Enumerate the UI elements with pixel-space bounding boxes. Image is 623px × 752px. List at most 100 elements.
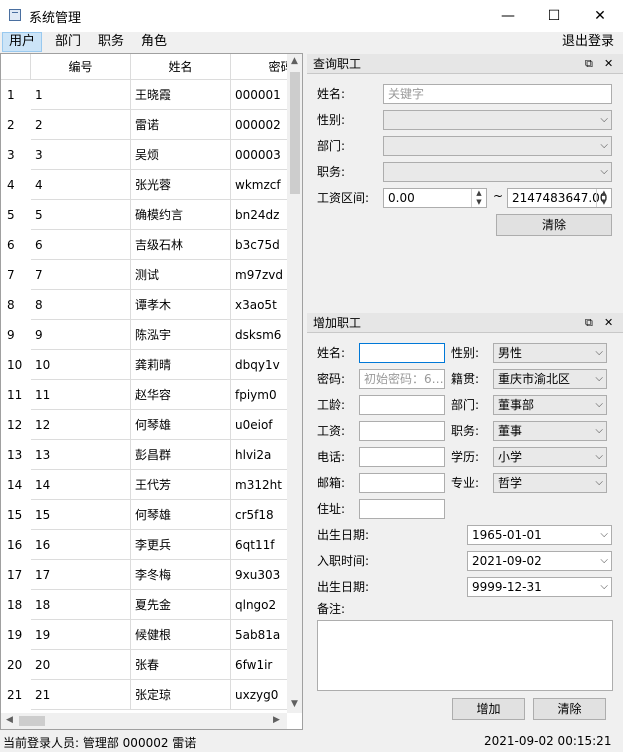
salary-min-spinbox[interactable]: 0.00 ▲ ▼ — [383, 188, 487, 208]
row-header[interactable]: 6 — [1, 230, 30, 260]
minimize-button[interactable]: — — [485, 0, 531, 32]
scroll-down-arrow-icon[interactable]: ▼ — [291, 699, 298, 709]
cell-name[interactable]: 陈泓宇 — [131, 320, 231, 350]
cell-name[interactable]: 候健根 — [131, 620, 231, 650]
row-header[interactable]: 5 — [1, 200, 30, 230]
cell-id[interactable]: 13 — [31, 440, 131, 470]
query-clear-button[interactable]: 清除 — [496, 214, 612, 236]
cell-name[interactable]: 王代芳 — [131, 470, 231, 500]
cell-name[interactable]: 张光蓉 — [131, 170, 231, 200]
cell-id[interactable]: 4 — [31, 170, 131, 200]
add-dept-select[interactable]: 董事部 ⌵ — [493, 395, 607, 415]
row-header[interactable]: 4 — [1, 170, 30, 200]
add-education-select[interactable]: 小学 ⌵ — [493, 447, 607, 467]
cell-name[interactable]: 夏先金 — [131, 590, 231, 620]
add-salary-input[interactable] — [359, 421, 445, 441]
menu-department[interactable]: 部门 — [49, 32, 87, 52]
cell-name[interactable]: 彭昌群 — [131, 440, 231, 470]
cell-name[interactable]: 何琴雄 — [131, 500, 231, 530]
spin-arrows-icon[interactable]: ▲ ▼ — [471, 189, 486, 207]
cell-name[interactable]: 吴烦 — [131, 140, 231, 170]
row-header[interactable]: 20 — [1, 650, 30, 680]
close-icon[interactable]: ✕ — [604, 54, 613, 74]
cell-id[interactable]: 1 — [31, 80, 131, 110]
cell-name[interactable]: 张定琼 — [131, 680, 231, 710]
row-header[interactable]: 18 — [1, 590, 30, 620]
add-password-input[interactable]: 初始密码：6… — [359, 369, 445, 389]
row-header[interactable]: 17 — [1, 560, 30, 590]
row-header[interactable]: 9 — [1, 320, 30, 350]
cell-id[interactable]: 5 — [31, 200, 131, 230]
cell-id[interactable]: 3 — [31, 140, 131, 170]
logout-menu[interactable]: 退出登录 — [556, 32, 620, 52]
cell-id[interactable]: 17 — [31, 560, 131, 590]
add-name-input[interactable] — [359, 343, 445, 363]
add-email-input[interactable] — [359, 473, 445, 493]
employee-table[interactable]: 编号 姓名 密码 1 1 王晓霞 000001 2 2 雷诺 000002 3 3 吴烦 000003… — [0, 53, 303, 730]
row-header[interactable]: 19 — [1, 620, 30, 650]
add-birth-date[interactable]: 1965-01-01 ⌵ — [467, 525, 612, 545]
add-remark-textarea[interactable] — [317, 620, 613, 691]
cell-id[interactable]: 2 — [31, 110, 131, 140]
horizontal-scroll-thumb[interactable] — [19, 716, 45, 726]
query-gender-select[interactable]: ⌵ — [383, 110, 612, 130]
cell-id[interactable]: 15 — [31, 500, 131, 530]
cell-id[interactable]: 8 — [31, 290, 131, 320]
add-gender-select[interactable]: 男性 ⌵ — [493, 343, 607, 363]
row-header[interactable]: 15 — [1, 500, 30, 530]
salary-max-spinbox[interactable]: 2147483647.00 ▲ ▼ — [507, 188, 612, 208]
row-header[interactable]: 2 — [1, 110, 30, 140]
menu-role[interactable]: 角色 — [135, 32, 173, 52]
cell-name[interactable]: 李更兵 — [131, 530, 231, 560]
add-phone-input[interactable] — [359, 447, 445, 467]
vertical-scroll-thumb[interactable] — [290, 72, 300, 194]
menu-user[interactable]: 用户 — [2, 32, 43, 52]
cell-id[interactable]: 20 — [31, 650, 131, 680]
add-birth2-date[interactable]: 9999-12-31 ⌵ — [467, 577, 612, 597]
cell-id[interactable]: 14 — [31, 470, 131, 500]
query-position-select[interactable]: ⌵ — [383, 162, 612, 182]
corner-header[interactable] — [1, 54, 31, 80]
spin-arrows-icon[interactable]: ▲ ▼ — [596, 189, 611, 207]
cell-id[interactable]: 9 — [31, 320, 131, 350]
row-header[interactable]: 7 — [1, 260, 30, 290]
cell-id[interactable]: 19 — [31, 620, 131, 650]
close-button[interactable]: ✕ — [577, 0, 623, 32]
close-icon[interactable]: ✕ — [604, 313, 613, 333]
row-header[interactable]: 14 — [1, 470, 30, 500]
cell-id[interactable]: 16 — [31, 530, 131, 560]
row-header[interactable]: 3 — [1, 140, 30, 170]
add-clear-button[interactable]: 清除 — [533, 698, 606, 720]
float-icon[interactable]: ⧉ — [585, 54, 593, 74]
add-join-date[interactable]: 2021-09-02 ⌵ — [467, 551, 612, 571]
query-dept-select[interactable]: ⌵ — [383, 136, 612, 156]
add-address-input[interactable] — [359, 499, 445, 519]
cell-id[interactable]: 6 — [31, 230, 131, 260]
cell-id[interactable]: 21 — [31, 680, 131, 710]
add-position-select[interactable]: 董事 ⌵ — [493, 421, 607, 441]
row-header[interactable]: 11 — [1, 380, 30, 410]
cell-name[interactable]: 谭孝木 — [131, 290, 231, 320]
scroll-left-arrow-icon[interactable]: ◀ — [6, 715, 13, 725]
cell-id[interactable]: 12 — [31, 410, 131, 440]
cell-name[interactable]: 龚莉晴 — [131, 350, 231, 380]
cell-name[interactable]: 吉级石林 — [131, 230, 231, 260]
cell-name[interactable]: 何琴雄 — [131, 410, 231, 440]
vertical-scrollbar[interactable]: ▲ ▼ — [287, 54, 302, 713]
menu-position[interactable]: 职务 — [92, 32, 130, 52]
row-header[interactable]: 10 — [1, 350, 30, 380]
cell-id[interactable]: 7 — [31, 260, 131, 290]
cell-id[interactable]: 18 — [31, 590, 131, 620]
horizontal-scrollbar[interactable]: ◀ ▶ — [1, 713, 287, 729]
cell-name[interactable]: 雷诺 — [131, 110, 231, 140]
float-icon[interactable]: ⧉ — [585, 313, 593, 333]
query-name-input[interactable]: 关键字 — [383, 84, 612, 104]
scroll-right-arrow-icon[interactable]: ▶ — [273, 715, 280, 725]
scroll-up-arrow-icon[interactable]: ▲ — [291, 56, 298, 66]
add-major-select[interactable]: 哲学 ⌵ — [493, 473, 607, 493]
cell-name[interactable]: 李冬梅 — [131, 560, 231, 590]
add-origin-select[interactable]: 重庆市渝北区 ⌵ — [493, 369, 607, 389]
cell-name[interactable]: 张春 — [131, 650, 231, 680]
cell-name[interactable]: 赵华容 — [131, 380, 231, 410]
add-seniority-input[interactable] — [359, 395, 445, 415]
